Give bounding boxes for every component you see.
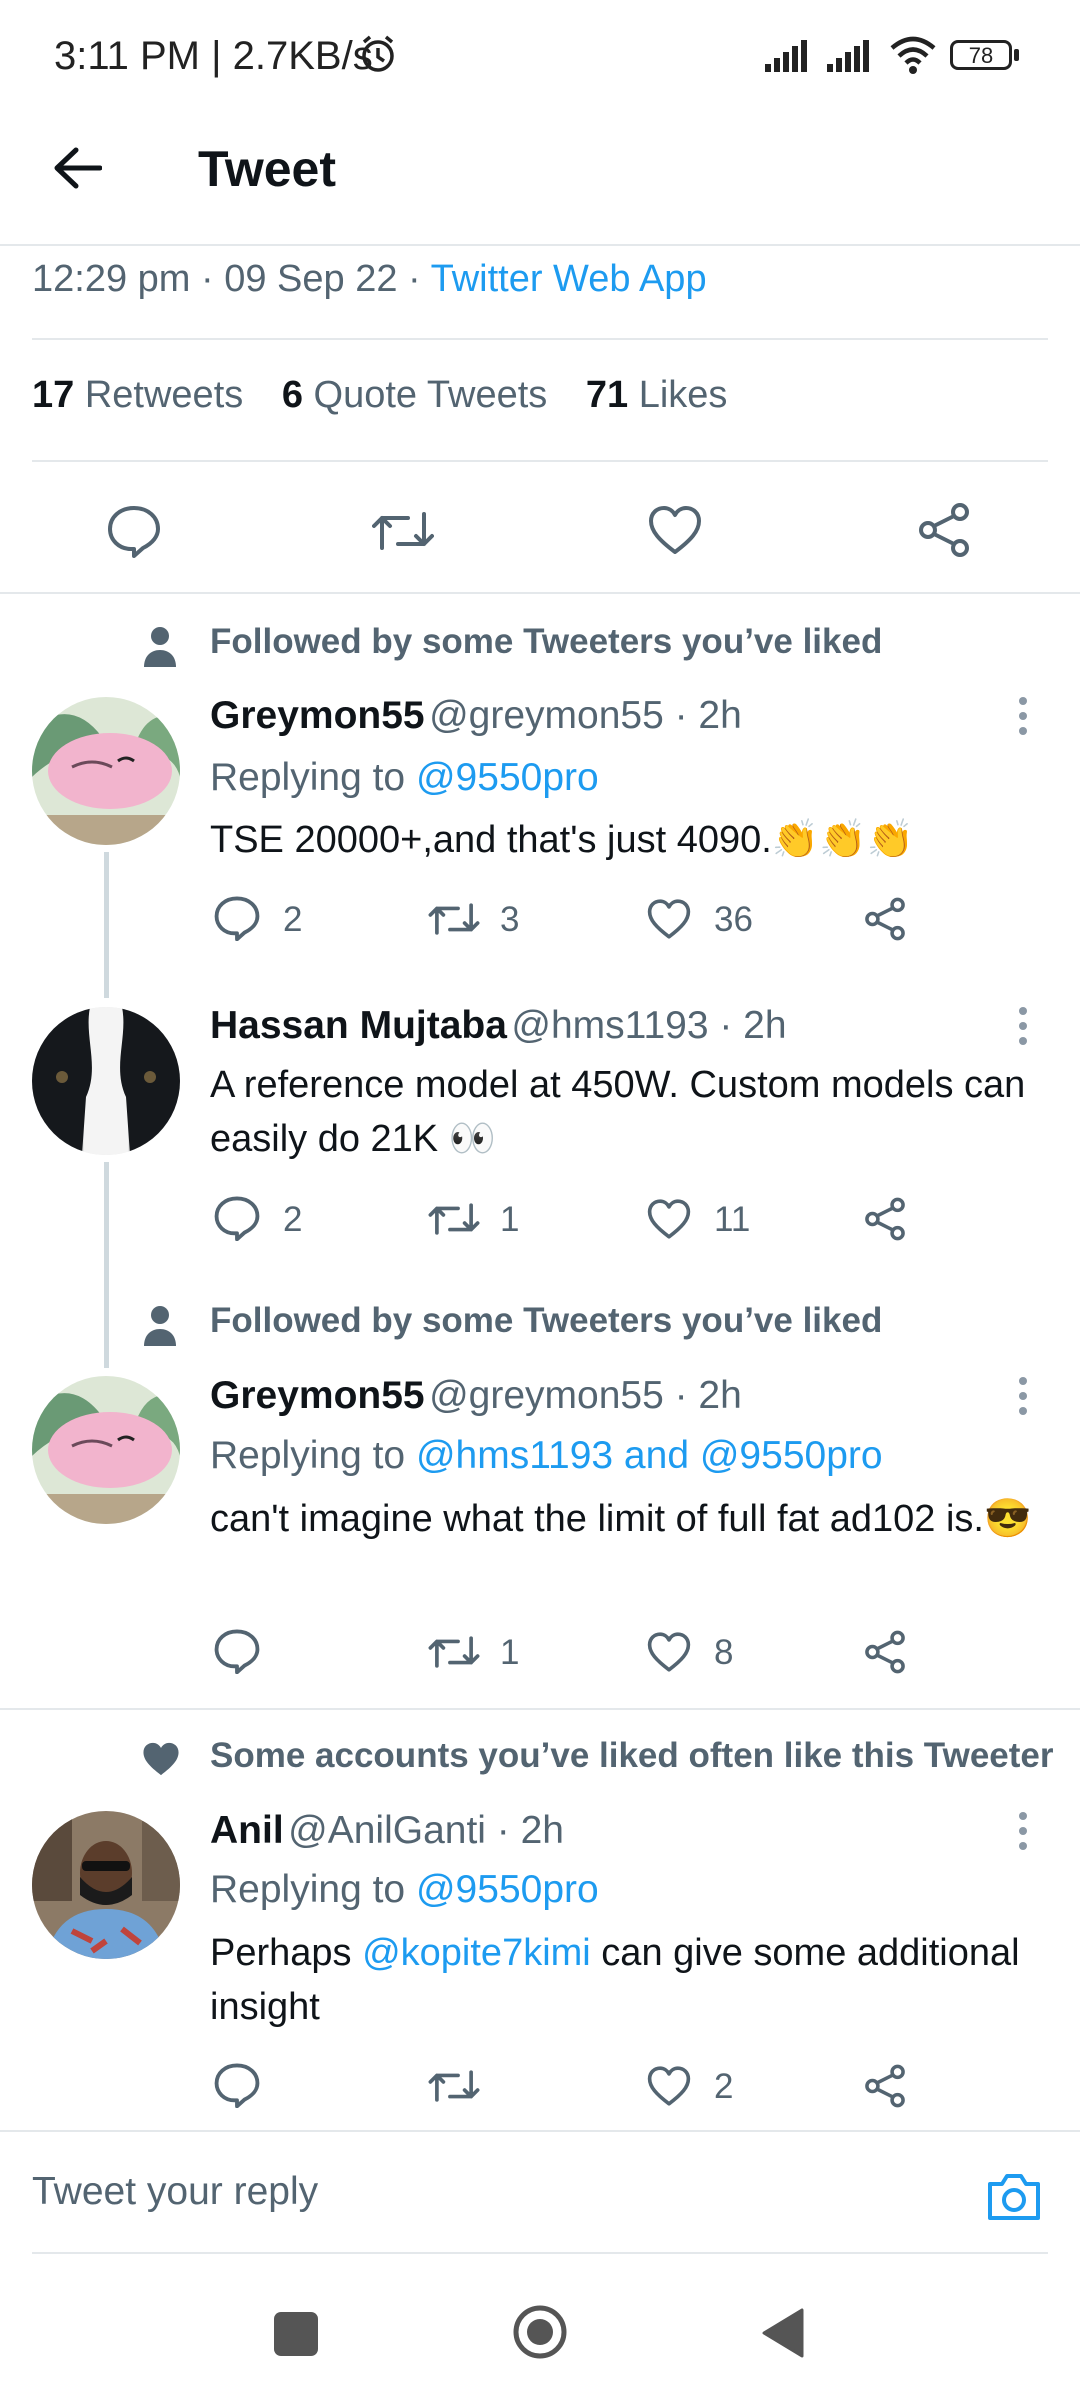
heart-icon[interactable] xyxy=(646,1631,692,1673)
replying-to: Replying to @hms1193 and @9550pro xyxy=(210,1434,883,1477)
person-icon xyxy=(142,625,178,667)
back-arrow-icon[interactable] xyxy=(52,146,102,190)
reply-text: can't imagine what the limit of full fat… xyxy=(210,1498,1032,1540)
share-icon[interactable] xyxy=(863,1630,907,1674)
likes-stat[interactable]: 71 Likes xyxy=(586,374,728,416)
composer-top-divider xyxy=(0,2130,1080,2132)
heart-icon xyxy=(140,1740,182,1778)
more-vertical-icon[interactable] xyxy=(1016,1376,1030,1416)
recent-apps-icon[interactable] xyxy=(274,2312,318,2356)
signal-icon xyxy=(827,40,877,72)
retweet-count: 1 xyxy=(500,1200,520,1239)
handle: @greymon55 · 2h xyxy=(429,694,742,737)
handle: @AnilGanti · 2h xyxy=(288,1809,565,1852)
reply-icon[interactable] xyxy=(213,1628,261,1674)
composer-bottom-divider xyxy=(32,2252,1048,2254)
tweet-time: 12:29 pm xyxy=(32,258,191,300)
header-divider xyxy=(0,244,1080,246)
reply-count: 2 xyxy=(283,1200,303,1239)
page-title: Tweet xyxy=(198,141,336,197)
avatar[interactable] xyxy=(32,697,180,845)
tweet-source-link[interactable]: Twitter Web App xyxy=(431,258,707,300)
heart-icon[interactable] xyxy=(646,898,692,940)
thread-line xyxy=(104,1162,109,1368)
heart-icon[interactable] xyxy=(646,1198,692,1240)
retweet-icon[interactable] xyxy=(428,2064,480,2108)
retweet-icon[interactable] xyxy=(372,504,434,558)
retweet-count: 1 xyxy=(500,1633,520,1672)
retweet-icon[interactable] xyxy=(428,1197,480,1241)
social-context: Followed by some Tweeters you’ve liked xyxy=(210,622,883,661)
reply-text: TSE 20000+,and that's just 4090.👏👏👏 xyxy=(210,819,914,861)
reply-icon[interactable] xyxy=(213,1195,261,1241)
heart-icon[interactable] xyxy=(647,504,703,556)
reply-header: Hassan Mujtaba @hms1193 · 2h xyxy=(210,1004,787,1048)
camera-icon[interactable] xyxy=(984,2170,1044,2224)
mention-link[interactable]: @9550pro xyxy=(416,1868,599,1911)
more-vertical-icon[interactable] xyxy=(1016,696,1030,736)
more-vertical-icon[interactable] xyxy=(1016,1811,1030,1851)
reply-header: Greymon55 @greymon55 · 2h xyxy=(210,694,742,738)
display-name[interactable]: Anil xyxy=(210,1809,284,1852)
retweet-icon[interactable] xyxy=(428,897,480,941)
like-count: 2 xyxy=(714,2067,734,2106)
back-nav-icon[interactable] xyxy=(760,2308,804,2358)
thread-line xyxy=(104,852,109,998)
tweet-date: 09 Sep 22 xyxy=(224,258,398,300)
reply-icon[interactable] xyxy=(213,2062,261,2108)
avatar[interactable] xyxy=(32,1376,180,1524)
stats-divider xyxy=(32,460,1048,462)
avatar[interactable] xyxy=(32,1811,180,1959)
quotes-stat[interactable]: 6 Quote Tweets xyxy=(282,374,547,416)
avatar[interactable] xyxy=(32,1007,180,1155)
home-icon[interactable] xyxy=(512,2304,568,2360)
reply-text: Perhaps @kopite7kimi can give some addit… xyxy=(210,1932,1020,2028)
reply-input[interactable]: Tweet your reply xyxy=(32,2170,318,2214)
like-count: 11 xyxy=(714,1200,751,1239)
reply-icon[interactable] xyxy=(106,504,162,558)
share-icon[interactable] xyxy=(916,502,972,558)
mention-link[interactable]: @kopite7kimi xyxy=(362,1932,591,1974)
display-name[interactable]: Greymon55 xyxy=(210,694,425,737)
reply-icon[interactable] xyxy=(213,895,261,941)
signal-icon xyxy=(765,40,815,72)
battery-indicator: 78 xyxy=(950,40,1012,70)
section-divider xyxy=(0,1708,1080,1710)
social-context: Some accounts you’ve liked often like th… xyxy=(210,1736,1054,1775)
share-icon[interactable] xyxy=(863,1197,907,1241)
reply-header: Anil @AnilGanti · 2h xyxy=(210,1809,564,1853)
handle: @greymon55 · 2h xyxy=(429,1374,742,1417)
retweets-stat[interactable]: 17 Retweets xyxy=(32,374,243,416)
replying-to: Replying to @9550pro xyxy=(210,756,599,799)
reply-count: 2 xyxy=(283,900,303,939)
share-icon[interactable] xyxy=(863,2064,907,2108)
reply-text: A reference model at 450W. Custom models… xyxy=(210,1064,1026,1160)
tweet-meta: 12:29 pm · 09 Sep 22 · Twitter Web App xyxy=(32,258,707,300)
mention-link[interactable]: @9550pro xyxy=(416,756,599,799)
wifi-icon xyxy=(890,36,936,74)
like-count: 8 xyxy=(714,1633,734,1672)
meta-divider xyxy=(32,338,1048,340)
social-context: Followed by some Tweeters you’ve liked xyxy=(210,1301,883,1340)
status-bar: 3:11 PM | 2.7KB/s 78 xyxy=(0,0,1080,115)
mention-link[interactable]: @hms1193 and @9550pro xyxy=(416,1434,883,1477)
heart-icon[interactable] xyxy=(646,2065,692,2107)
more-vertical-icon[interactable] xyxy=(1016,1006,1030,1046)
person-icon xyxy=(142,1304,178,1346)
action-divider xyxy=(0,592,1080,594)
like-count: 36 xyxy=(714,900,753,939)
top-bar xyxy=(0,115,1080,245)
retweet-count: 3 xyxy=(500,900,520,939)
handle: @hms1193 · 2h xyxy=(511,1004,787,1047)
share-icon[interactable] xyxy=(863,897,907,941)
retweet-icon[interactable] xyxy=(428,1630,480,1674)
replying-to: Replying to @9550pro xyxy=(210,1868,599,1911)
display-name[interactable]: Greymon55 xyxy=(210,1374,425,1417)
alarm-icon xyxy=(358,34,398,74)
display-name[interactable]: Hassan Mujtaba xyxy=(210,1004,507,1047)
status-time: 3:11 PM | 2.7KB/s xyxy=(54,34,373,78)
battery-tip xyxy=(1014,49,1019,61)
tweet-stats: 17 Retweets 6 Quote Tweets 71 Likes xyxy=(32,374,727,417)
reply-header: Greymon55 @greymon55 · 2h xyxy=(210,1374,742,1418)
